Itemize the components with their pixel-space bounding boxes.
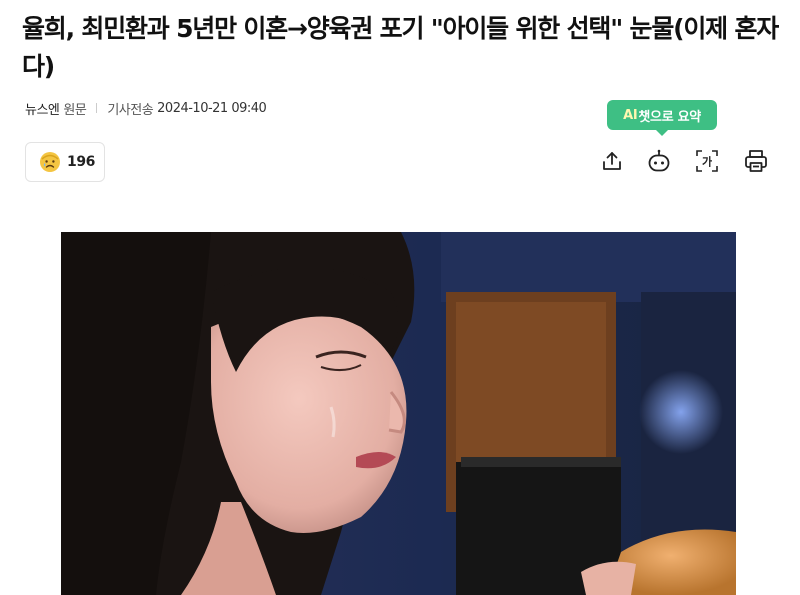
ai-tooltip-label: 챗으로 요약 (638, 109, 701, 125)
print-button[interactable] (743, 148, 769, 174)
ai-summary-tooltip[interactable]: AI 챗으로 요약 (607, 100, 717, 136)
share-icon (600, 149, 624, 173)
font-size-button[interactable]: 가 (694, 148, 720, 174)
press-name[interactable]: 뉴스엔 (25, 99, 60, 118)
share-button[interactable] (599, 148, 625, 174)
meta-divider (96, 103, 98, 113)
ai-bot-icon (646, 148, 672, 174)
font-size-glyph: 가 (702, 155, 712, 169)
font-size-icon: 가 (694, 148, 720, 174)
reaction-button[interactable]: 196 (25, 142, 105, 182)
article-meta: 뉴스엔 원문 기사전송 2024-10-21 09:40 (25, 98, 267, 118)
article-photo (61, 232, 736, 595)
publish-date: 2024-10-21 09:40 (157, 100, 267, 116)
original-article-link[interactable]: 원문 (63, 99, 86, 118)
ai-chat-button[interactable] (646, 148, 672, 174)
reaction-count: 196 (67, 154, 96, 170)
date-label: 기사전송 (107, 102, 154, 118)
article-headline: 율희, 최민환과 5년만 이혼→양육권 포기 "아이들 위한 선택" 눈물(이제… (22, 14, 779, 81)
tooltip-arrow (656, 130, 668, 136)
print-icon (743, 148, 769, 174)
ai-tooltip-ai: AI (623, 107, 638, 123)
sad-face-emoji-icon (39, 151, 61, 173)
